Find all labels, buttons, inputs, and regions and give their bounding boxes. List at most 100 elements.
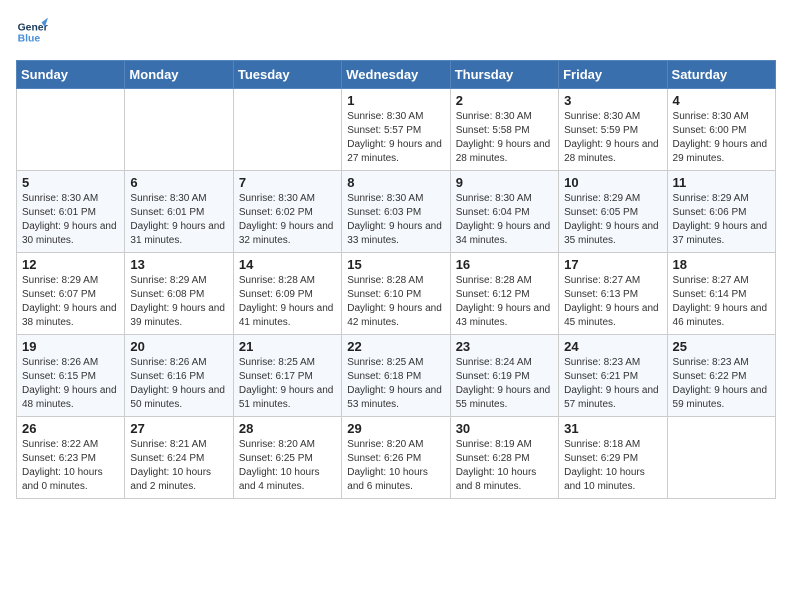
day-number: 20 [130, 339, 227, 354]
calendar-cell: 26 Sunrise: 8:22 AM Sunset: 6:23 PM Dayli… [17, 417, 125, 499]
calendar-cell: 27Sunrise: 8:21 AM Sunset: 6:24 PM Dayli… [125, 417, 233, 499]
day-info: Sunrise: 8:23 AM Sunset: 6:21 PM Dayligh… [564, 356, 661, 412]
day-number: 9 [456, 175, 553, 190]
day-number: 6 [130, 175, 227, 190]
day-info: Sunrise: 8:30 AM Sunset: 5:57 PM Dayligh… [347, 110, 444, 166]
calendar-cell: 11 Sunrise: 8:29 AM Sunset: 6:06 PM Dayli… [667, 171, 775, 253]
calendar-cell: 18 Sunrise: 8:27 AM Sunset: 6:14 PM Dayli… [667, 253, 775, 335]
calendar-cell: 23Sunrise: 8:24 AM Sunset: 6:19 PM Dayli… [450, 335, 558, 417]
calendar-cell [233, 89, 341, 171]
calendar-cell: 21 Sunrise: 8:25 AM Sunset: 6:17 PM Dayli… [233, 335, 341, 417]
day-number: 27 [130, 421, 227, 436]
day-info: Sunrise: 8:29 AM Sunset: 6:07 PM Dayligh… [22, 274, 119, 330]
day-number: 16 [456, 257, 553, 272]
calendar-cell: 19 Sunrise: 8:26 AM Sunset: 6:15 PM Dayli… [17, 335, 125, 417]
day-info: Sunrise: 8:22 AM Sunset: 6:23 PM Dayligh… [22, 438, 119, 494]
calendar-cell: 1 Sunrise: 8:30 AM Sunset: 5:57 PM Daylig… [342, 89, 450, 171]
day-number: 14 [239, 257, 336, 272]
calendar-cell: 28 Sunrise: 8:20 AM Sunset: 6:25 PM Dayli… [233, 417, 341, 499]
calendar-cell: 10Sunrise: 8:29 AM Sunset: 6:05 PM Dayli… [559, 171, 667, 253]
day-info: Sunrise: 8:28 AM Sunset: 6:10 PM Dayligh… [347, 274, 444, 330]
calendar-cell: 5 Sunrise: 8:30 AM Sunset: 6:01 PM Daylig… [17, 171, 125, 253]
day-number: 31 [564, 421, 661, 436]
day-number: 28 [239, 421, 336, 436]
calendar-cell [17, 89, 125, 171]
calendar-cell: 15 Sunrise: 8:28 AM Sunset: 6:10 PM Dayli… [342, 253, 450, 335]
calendar-body: 1 Sunrise: 8:30 AM Sunset: 5:57 PM Daylig… [17, 89, 776, 499]
day-number: 15 [347, 257, 444, 272]
calendar-cell: 8Sunrise: 8:30 AM Sunset: 6:03 PM Daylig… [342, 171, 450, 253]
day-number: 18 [673, 257, 770, 272]
day-info: Sunrise: 8:27 AM Sunset: 6:13 PM Dayligh… [564, 274, 661, 330]
day-info: Sunrise: 8:30 AM Sunset: 5:58 PM Dayligh… [456, 110, 553, 166]
day-info: Sunrise: 8:30 AM Sunset: 6:01 PM Dayligh… [22, 192, 119, 248]
calendar-cell: 29 Sunrise: 8:20 AM Sunset: 6:26 PM Dayli… [342, 417, 450, 499]
day-number: 10 [564, 175, 661, 190]
calendar-cell: 7Sunrise: 8:30 AM Sunset: 6:02 PM Daylig… [233, 171, 341, 253]
day-number: 26 [22, 421, 119, 436]
day-number: 30 [456, 421, 553, 436]
calendar-cell: 12 Sunrise: 8:29 AM Sunset: 6:07 PM Dayli… [17, 253, 125, 335]
weekday-tuesday: Tuesday [233, 61, 341, 89]
day-number: 25 [673, 339, 770, 354]
weekday-friday: Friday [559, 61, 667, 89]
day-number: 3 [564, 93, 661, 108]
weekday-monday: Monday [125, 61, 233, 89]
day-info: Sunrise: 8:28 AM Sunset: 6:09 PM Dayligh… [239, 274, 336, 330]
day-number: 23 [456, 339, 553, 354]
day-info: Sunrise: 8:30 AM Sunset: 6:01 PM Dayligh… [130, 192, 227, 248]
day-number: 22 [347, 339, 444, 354]
logo-icon: General Blue [16, 16, 48, 48]
day-info: Sunrise: 8:18 AM Sunset: 6:29 PM Dayligh… [564, 438, 661, 494]
calendar-week-2: 5 Sunrise: 8:30 AM Sunset: 6:01 PM Daylig… [17, 171, 776, 253]
day-info: Sunrise: 8:25 AM Sunset: 6:17 PM Dayligh… [239, 356, 336, 412]
weekday-sunday: Sunday [17, 61, 125, 89]
calendar-cell: 31 Sunrise: 8:18 AM Sunset: 6:29 PM Dayli… [559, 417, 667, 499]
calendar-cell: 14 Sunrise: 8:28 AM Sunset: 6:09 PM Dayli… [233, 253, 341, 335]
day-number: 21 [239, 339, 336, 354]
weekday-saturday: Saturday [667, 61, 775, 89]
day-info: Sunrise: 8:30 AM Sunset: 6:04 PM Dayligh… [456, 192, 553, 248]
calendar-week-4: 19 Sunrise: 8:26 AM Sunset: 6:15 PM Dayli… [17, 335, 776, 417]
weekday-wednesday: Wednesday [342, 61, 450, 89]
calendar-cell: 4Sunrise: 8:30 AM Sunset: 6:00 PM Daylig… [667, 89, 775, 171]
day-info: Sunrise: 8:30 AM Sunset: 5:59 PM Dayligh… [564, 110, 661, 166]
calendar-week-1: 1 Sunrise: 8:30 AM Sunset: 5:57 PM Daylig… [17, 89, 776, 171]
calendar-cell: 9 Sunrise: 8:30 AM Sunset: 6:04 PM Daylig… [450, 171, 558, 253]
day-number: 5 [22, 175, 119, 190]
logo: General Blue [16, 16, 48, 48]
calendar-cell: 6 Sunrise: 8:30 AM Sunset: 6:01 PM Daylig… [125, 171, 233, 253]
day-info: Sunrise: 8:29 AM Sunset: 6:06 PM Dayligh… [673, 192, 770, 248]
day-info: Sunrise: 8:27 AM Sunset: 6:14 PM Dayligh… [673, 274, 770, 330]
svg-text:Blue: Blue [18, 34, 41, 45]
calendar-cell: 13Sunrise: 8:29 AM Sunset: 6:08 PM Dayli… [125, 253, 233, 335]
day-number: 2 [456, 93, 553, 108]
day-number: 17 [564, 257, 661, 272]
calendar-cell: 17 Sunrise: 8:27 AM Sunset: 6:13 PM Dayli… [559, 253, 667, 335]
day-info: Sunrise: 8:20 AM Sunset: 6:25 PM Dayligh… [239, 438, 336, 494]
calendar-cell: 30 Sunrise: 8:19 AM Sunset: 6:28 PM Dayli… [450, 417, 558, 499]
page-header: General Blue [16, 16, 776, 48]
calendar-cell: 2 Sunrise: 8:30 AM Sunset: 5:58 PM Daylig… [450, 89, 558, 171]
day-number: 4 [673, 93, 770, 108]
day-number: 11 [673, 175, 770, 190]
day-info: Sunrise: 8:29 AM Sunset: 6:08 PM Dayligh… [130, 274, 227, 330]
day-number: 8 [347, 175, 444, 190]
calendar-cell: 22Sunrise: 8:25 AM Sunset: 6:18 PM Dayli… [342, 335, 450, 417]
day-number: 29 [347, 421, 444, 436]
calendar-cell: 25Sunrise: 8:23 AM Sunset: 6:22 PM Dayli… [667, 335, 775, 417]
calendar-week-3: 12 Sunrise: 8:29 AM Sunset: 6:07 PM Dayli… [17, 253, 776, 335]
calendar-cell [667, 417, 775, 499]
day-info: Sunrise: 8:19 AM Sunset: 6:28 PM Dayligh… [456, 438, 553, 494]
day-info: Sunrise: 8:26 AM Sunset: 6:15 PM Dayligh… [22, 356, 119, 412]
day-number: 1 [347, 93, 444, 108]
calendar-table: SundayMondayTuesdayWednesdayThursdayFrid… [16, 60, 776, 499]
day-info: Sunrise: 8:20 AM Sunset: 6:26 PM Dayligh… [347, 438, 444, 494]
calendar-cell: 20Sunrise: 8:26 AM Sunset: 6:16 PM Dayli… [125, 335, 233, 417]
day-number: 19 [22, 339, 119, 354]
calendar-cell: 24Sunrise: 8:23 AM Sunset: 6:21 PM Dayli… [559, 335, 667, 417]
weekday-thursday: Thursday [450, 61, 558, 89]
day-info: Sunrise: 8:28 AM Sunset: 6:12 PM Dayligh… [456, 274, 553, 330]
day-number: 12 [22, 257, 119, 272]
calendar-cell: 3 Sunrise: 8:30 AM Sunset: 5:59 PM Daylig… [559, 89, 667, 171]
